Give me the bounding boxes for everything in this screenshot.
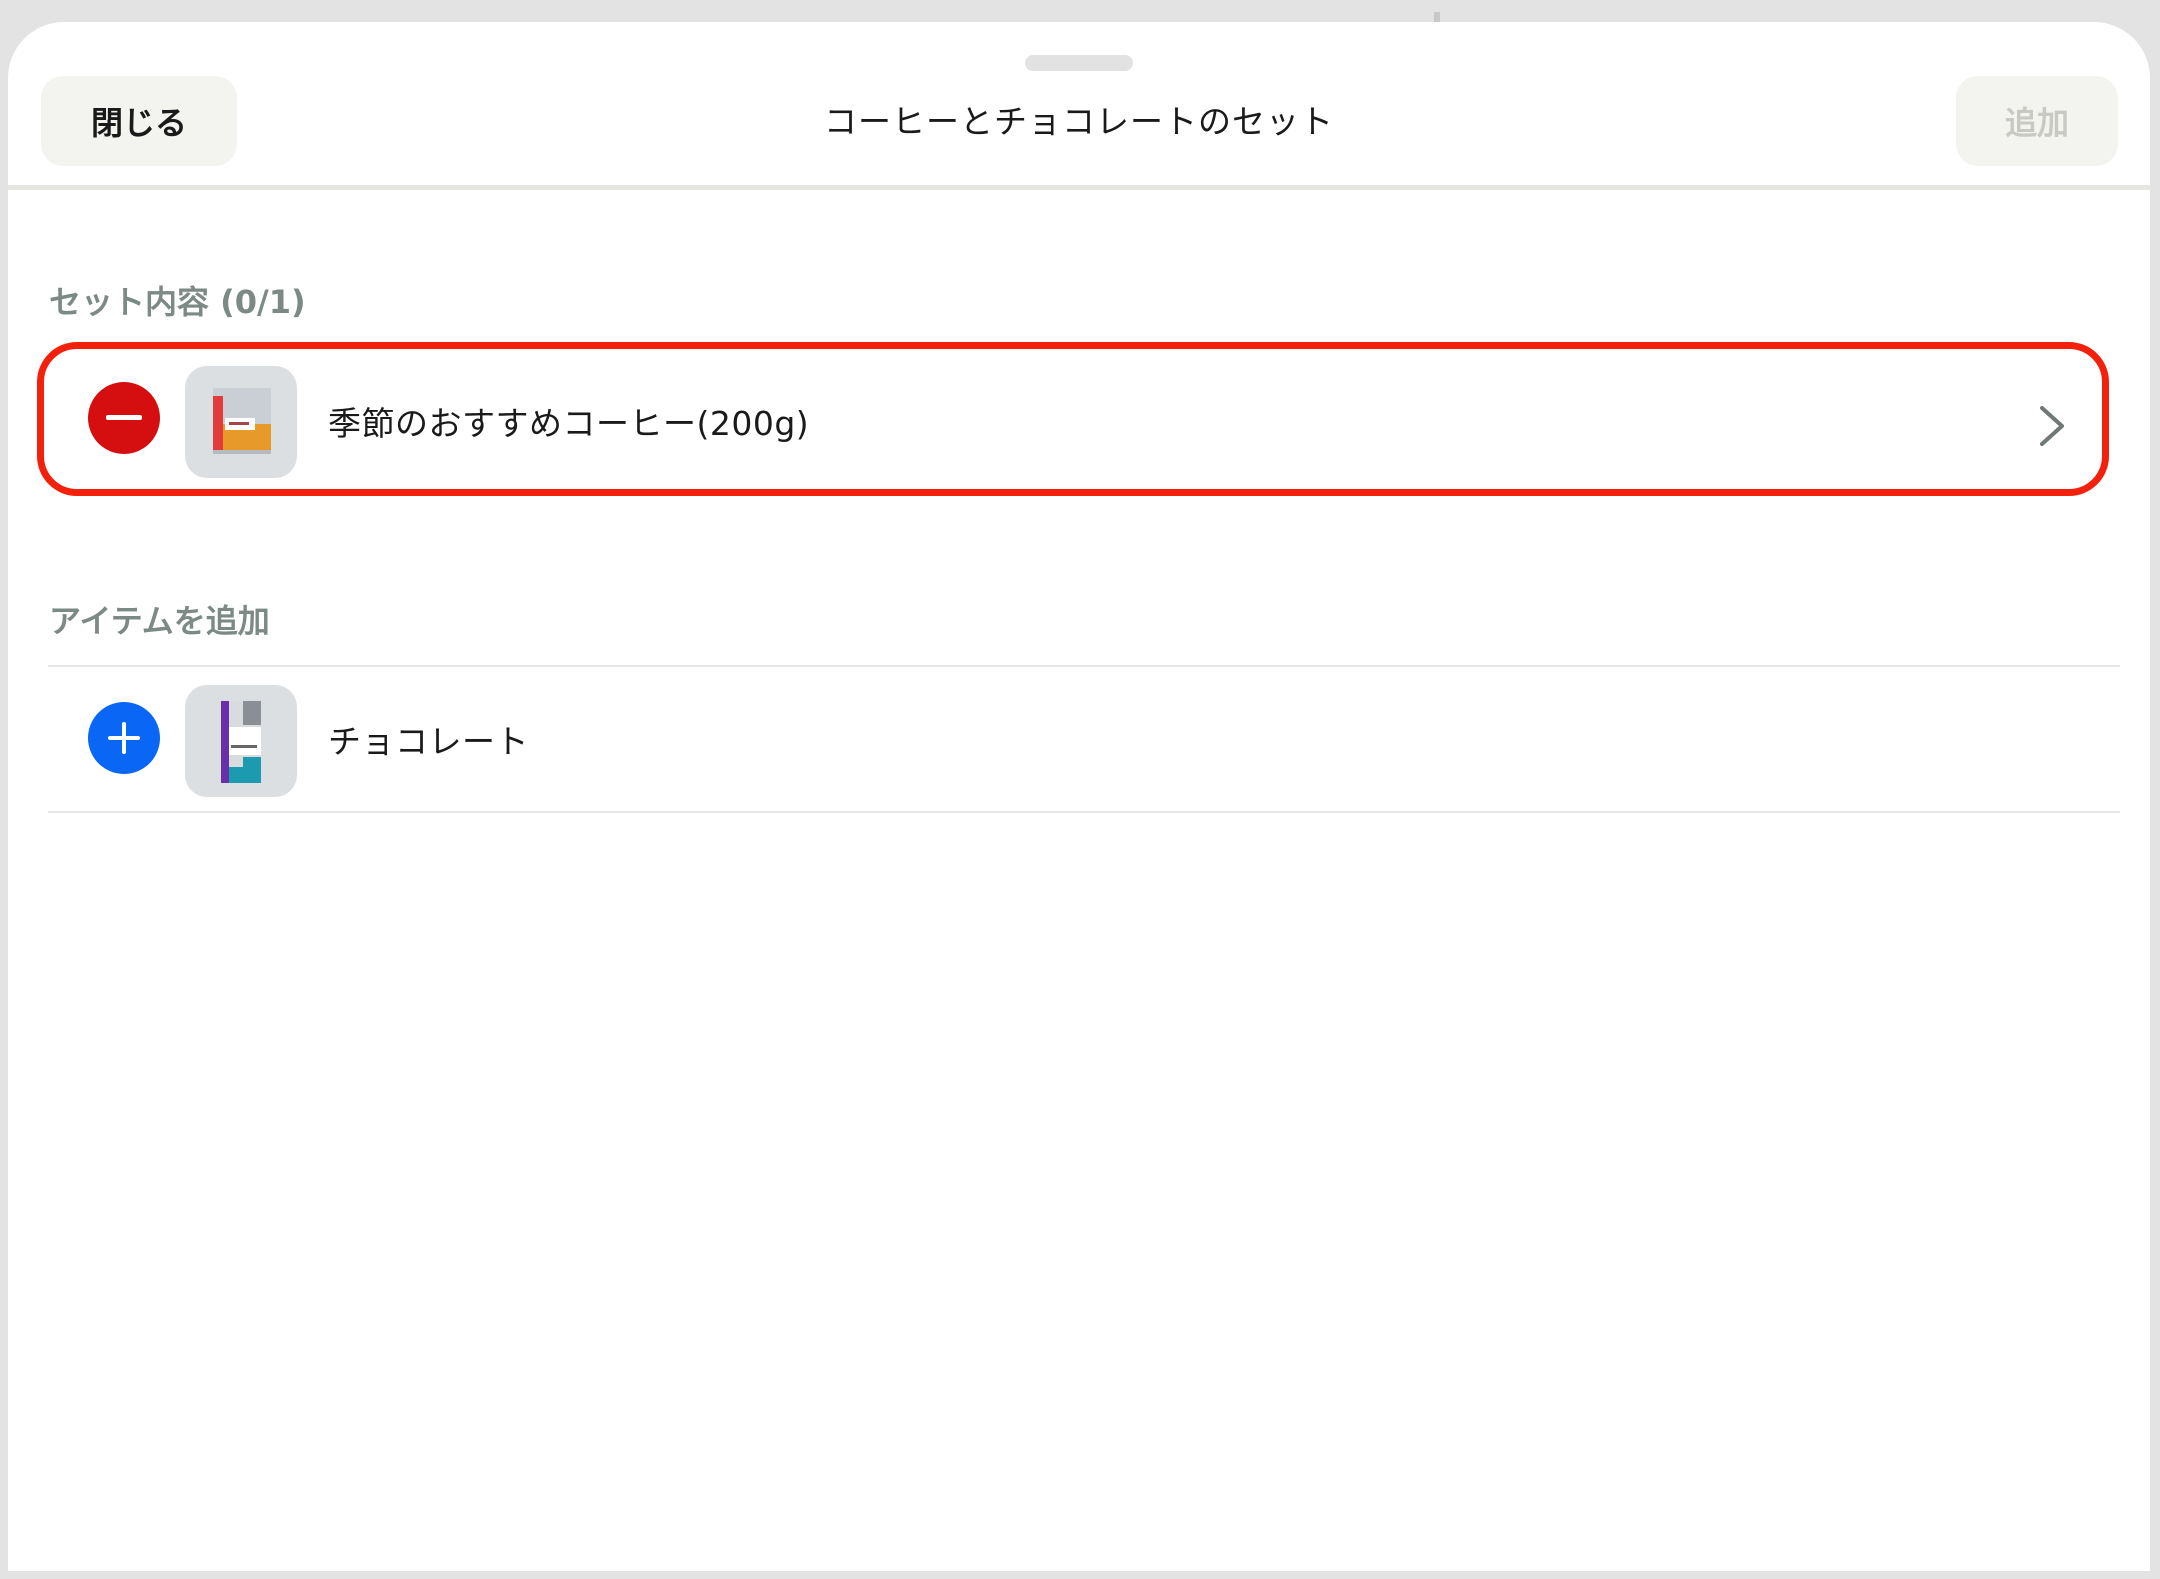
chocolate-package-image — [221, 701, 261, 783]
coffee-bag-image — [213, 388, 271, 454]
coffee-thumbnail — [185, 366, 297, 478]
page-title: コーヒーとチョコレートのセット — [824, 102, 1334, 141]
header-divider — [8, 185, 2150, 190]
add-items-section-label: アイテムを追加 — [49, 602, 270, 640]
add-item-button[interactable] — [88, 702, 160, 774]
remove-item-button[interactable] — [88, 382, 160, 454]
chevron-right-icon[interactable] — [2032, 402, 2072, 450]
add-button[interactable]: 追加 — [1956, 76, 2118, 166]
plus-circle-icon — [108, 722, 140, 754]
minus-circle-icon — [106, 415, 142, 420]
sheet-header: 閉じる コーヒーとチョコレートのセット 追加 — [8, 22, 2150, 187]
chocolate-thumbnail — [185, 685, 297, 797]
modal-sheet: 閉じる コーヒーとチョコレートのセット 追加 セット内容 (0/1) 季節のおす… — [8, 22, 2150, 1571]
sheet-grabber-handle[interactable] — [1025, 55, 1133, 71]
add-item-name: チョコレート — [328, 722, 529, 761]
list-divider-bottom — [48, 811, 2120, 813]
set-item-name: 季節のおすすめコーヒー(200g) — [328, 404, 810, 443]
list-divider-top — [48, 665, 2120, 667]
set-contents-section-label: セット内容 (0/1) — [49, 283, 306, 321]
close-button[interactable]: 閉じる — [41, 76, 237, 166]
